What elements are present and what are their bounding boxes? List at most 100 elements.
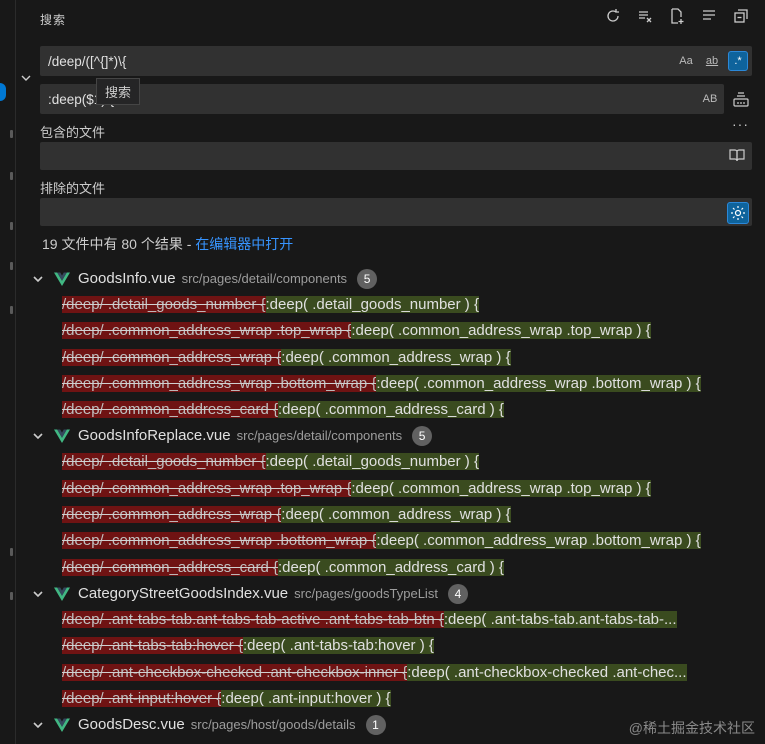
new-search-editor-button[interactable]	[667, 6, 687, 26]
chevron-down-icon	[33, 433, 43, 440]
collapse-all-button[interactable]	[731, 6, 751, 26]
match-result-row[interactable]: /deep/ .ant-tabs-tab:hover {:deep( .ant-…	[0, 633, 765, 659]
match-count-badge: 4	[447, 583, 468, 604]
match-result-row[interactable]: /deep/ .ant-tabs-tab.ant-tabs-tab-active…	[0, 607, 765, 633]
collapse-toggle[interactable]	[32, 588, 44, 600]
exclude-files-input[interactable]	[40, 198, 752, 226]
match-result-row[interactable]: /deep/ .detail_goods_number {:deep( .det…	[0, 292, 765, 318]
file-result-row[interactable]: CategoryStreetGoodsIndex.vue src/pages/go…	[0, 581, 765, 607]
inserted-text: :deep( .detail_goods_number ) {	[265, 296, 479, 313]
match-result-row[interactable]: /deep/ .ant-checkbox-checked .ant-checkb…	[0, 660, 765, 686]
inserted-text: :deep( .ant-tabs-tab:hover ) {	[242, 637, 434, 655]
search-input[interactable]: /deep/([^{]*)\{ Aa ab .*	[40, 46, 752, 76]
removed-text: /deep/ .common_address_wrap .top_wrap {	[62, 322, 352, 340]
removed-text: /deep/ .common_address_wrap {	[62, 348, 282, 366]
file-name: GoodsInfoReplace.vue	[78, 427, 231, 445]
removed-text: /deep/ .ant-checkbox-checked .ant-checkb…	[62, 663, 408, 681]
match-result-row[interactable]: /deep/ .common_address_wrap {:deep( .com…	[0, 345, 765, 371]
toggle-search-details-button[interactable]: ···	[732, 116, 749, 132]
inserted-text: :deep( .ant-tabs-tab.ant-tabs-tab-...	[443, 610, 677, 628]
include-files-label: 包含的文件	[40, 125, 106, 140]
collapse-toggle[interactable]	[32, 430, 44, 442]
removed-text: /deep/ .common_address_card {	[62, 401, 278, 419]
removed-text: /deep/ .ant-tabs-tab.ant-tabs-tab-active…	[62, 610, 444, 628]
file-name: GoodsInfo.vue	[78, 269, 176, 287]
removed-text: /deep/ .detail_goods_number {	[62, 296, 266, 313]
replace-all-button[interactable]	[732, 90, 752, 110]
watermark: @稀土掘金技术社区	[628, 720, 755, 736]
file-path: src/pages/host/goods/details	[190, 717, 356, 733]
gear-icon	[731, 206, 745, 220]
list-icon	[703, 10, 715, 20]
file-icon	[54, 271, 70, 287]
inserted-text: :deep( .common_address_wrap ) {	[281, 348, 511, 366]
activity-item[interactable]	[10, 222, 13, 230]
inserted-text: :deep( .detail_goods_number ) {	[265, 453, 479, 471]
chevron-down-icon	[33, 276, 43, 283]
vue-file-icon	[54, 429, 70, 444]
inserted-text: :deep( .common_address_wrap .top_wrap ) …	[351, 322, 651, 340]
match-result-row[interactable]: /deep/ .common_address_card {:deep( .com…	[0, 555, 765, 581]
file-name: GoodsDesc.vue	[78, 716, 185, 734]
chevron-down-icon	[21, 75, 31, 81]
collapse-all-icon	[734, 9, 748, 23]
tooltip: 搜索	[96, 78, 141, 105]
inserted-text: :deep( .common_address_card ) {	[277, 401, 504, 419]
replace-all-icon	[733, 92, 749, 107]
vue-file-icon	[54, 272, 70, 286]
inserted-text: :deep( .common_address_wrap .top_wrap ) …	[351, 479, 651, 497]
match-whole-word-toggle[interactable]: ab	[702, 51, 722, 71]
match-result-row[interactable]: /deep/ .common_address_wrap .top_wrap {:…	[0, 476, 765, 502]
removed-text: /deep/ .common_address_wrap .bottom_wrap…	[62, 374, 377, 392]
search-header: 搜索	[40, 10, 66, 28]
removed-text: /deep/ .common_address_wrap .top_wrap {	[62, 479, 352, 497]
collapse-toggle[interactable]	[32, 719, 44, 731]
vue-file-icon	[54, 587, 70, 601]
results-count-text: 19 文件中有 80 个结果 -	[42, 236, 196, 252]
view-as-tree-button[interactable]	[699, 6, 719, 26]
preserve-case-toggle[interactable]: AB	[700, 89, 720, 109]
clear-results-button[interactable]	[635, 6, 655, 26]
match-result-row[interactable]: /deep/ .ant-input:hover {:deep( .ant-inp…	[0, 686, 765, 712]
file-result-row[interactable]: GoodsInfoReplace.vue src/pages/detail/com…	[0, 423, 765, 449]
removed-text: /deep/ .ant-tabs-tab:hover {	[62, 637, 243, 655]
new-file-icon	[671, 8, 684, 24]
file-icon	[54, 717, 70, 733]
search-open-editors-toggle[interactable]	[729, 147, 747, 165]
match-result-row[interactable]: /deep/ .common_address_card {:deep( .com…	[0, 397, 765, 423]
open-in-editor-link[interactable]: 在编辑器中打开	[195, 236, 293, 252]
panel-title: 搜索	[40, 12, 67, 27]
removed-text: /deep/ .detail_goods_number {	[62, 453, 266, 471]
file-result-row[interactable]: GoodsInfo.vue src/pages/detail/components…	[0, 266, 765, 292]
inserted-text: :deep( .common_address_wrap .bottom_wrap…	[376, 374, 701, 392]
use-exclude-settings-toggle[interactable]	[727, 202, 749, 224]
file-icon	[54, 586, 70, 602]
collapse-toggle[interactable]	[32, 273, 44, 285]
activity-item[interactable]	[10, 130, 13, 138]
use-regex-toggle[interactable]: .*	[728, 51, 748, 71]
toggle-replace-button[interactable]	[20, 72, 34, 86]
match-result-row[interactable]: /deep/ .common_address_wrap {:deep( .com…	[0, 502, 765, 528]
refresh-button[interactable]	[603, 6, 623, 26]
file-name: CategoryStreetGoodsIndex.vue	[78, 584, 289, 602]
match-result-row[interactable]: /deep/ .common_address_wrap .bottom_wrap…	[0, 528, 765, 554]
match-count-badge: 5	[412, 426, 433, 447]
match-result-row[interactable]: /deep/ .common_address_wrap .top_wrap {:…	[0, 318, 765, 344]
activity-item[interactable]	[10, 172, 13, 180]
replace-input[interactable]: :deep($1) { AB	[40, 84, 724, 114]
match-result-row[interactable]: /deep/ .common_address_wrap .bottom_wrap…	[0, 371, 765, 397]
refresh-icon	[607, 9, 619, 22]
results-summary: 19 文件中有 80 个结果 - 在编辑器中打开	[42, 234, 293, 254]
removed-text: /deep/ .common_address_card {	[62, 558, 278, 576]
include-files-input[interactable]	[40, 142, 752, 170]
header-actions	[603, 6, 751, 26]
file-icon	[54, 428, 70, 444]
book-icon	[729, 149, 745, 162]
match-case-toggle[interactable]: Aa	[676, 51, 696, 71]
removed-text: /deep/ .common_address_wrap {	[62, 506, 282, 524]
file-path: src/pages/detail/components	[236, 428, 403, 444]
active-view-indicator	[0, 83, 6, 101]
exclude-files-label: 排除的文件	[40, 181, 106, 196]
match-result-row[interactable]: /deep/ .detail_goods_number {:deep( .det…	[0, 449, 765, 475]
inserted-text: :deep( .common_address_card ) {	[277, 558, 504, 576]
